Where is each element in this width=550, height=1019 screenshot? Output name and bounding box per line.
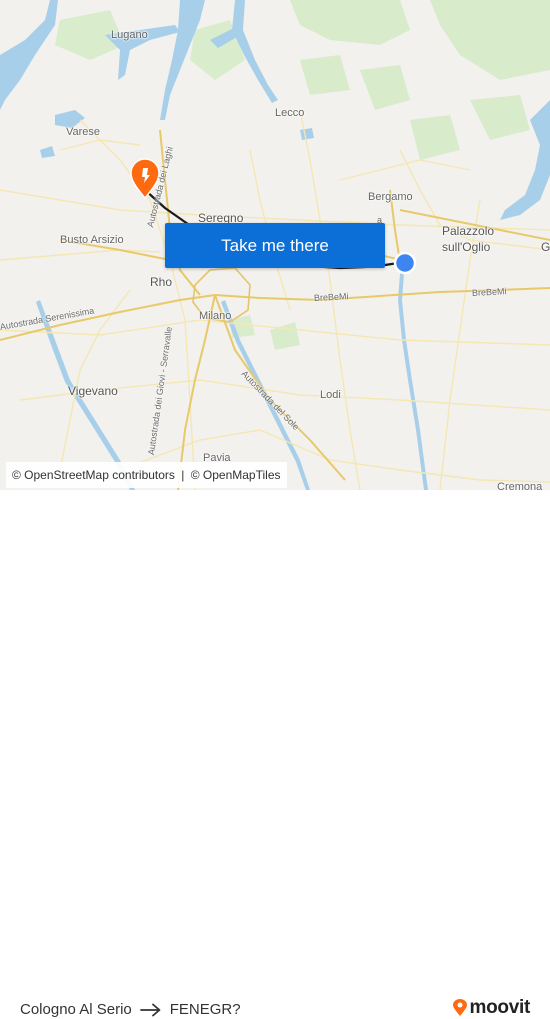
road-label-brebemi-1: BreBeMi [313, 291, 349, 303]
destination-name: FENEGR? [169, 1001, 241, 1018]
place-edge-g: G [541, 240, 550, 254]
origin-name: Cologno Al Serio [20, 1001, 132, 1018]
attribution-separator: | [181, 468, 185, 482]
footer-bar: Cologno Al Serio FENEGR? moovit [0, 490, 550, 1018]
take-me-there-button[interactable]: Take me there [165, 223, 385, 268]
route-summary: Cologno Al Serio FENEGR? [20, 1001, 241, 1018]
map-attribution: © OpenStreetMap contributors | © OpenMap… [6, 462, 287, 488]
moovit-pin-icon [452, 999, 468, 1017]
moovit-wordmark: moovit [469, 997, 531, 1018]
place-palazzolo: Palazzolo sull'Oglio [442, 224, 495, 254]
arrow-right-icon [139, 1003, 162, 1017]
place-milano: Milano [199, 310, 232, 322]
place-varese: Varese [66, 126, 101, 138]
place-vigevano: Vigevano [68, 384, 118, 398]
place-lodi: Lodi [320, 389, 341, 401]
openmaptiles-attribution-link[interactable]: © OpenMapTiles [191, 468, 281, 482]
minor-roads [0, 109, 550, 490]
place-bergamo: Bergamo [368, 191, 413, 203]
osm-attribution-link[interactable]: © OpenStreetMap contributors [12, 468, 175, 482]
place-cremona: Cremona [497, 481, 543, 490]
place-lugano: Lugano [111, 29, 148, 41]
road-label-brebemi-2: BreBeMi [471, 286, 507, 298]
map-view[interactable]: Lugano Varese Lecco Bergamo Palazzolo su… [0, 0, 550, 490]
place-rho: Rho [150, 275, 173, 289]
moovit-logo[interactable]: moovit [452, 997, 530, 1019]
place-lecco: Lecco [275, 107, 305, 119]
place-busto-arsizio: Busto Arsizio [60, 234, 124, 246]
origin-dot[interactable] [393, 251, 417, 275]
